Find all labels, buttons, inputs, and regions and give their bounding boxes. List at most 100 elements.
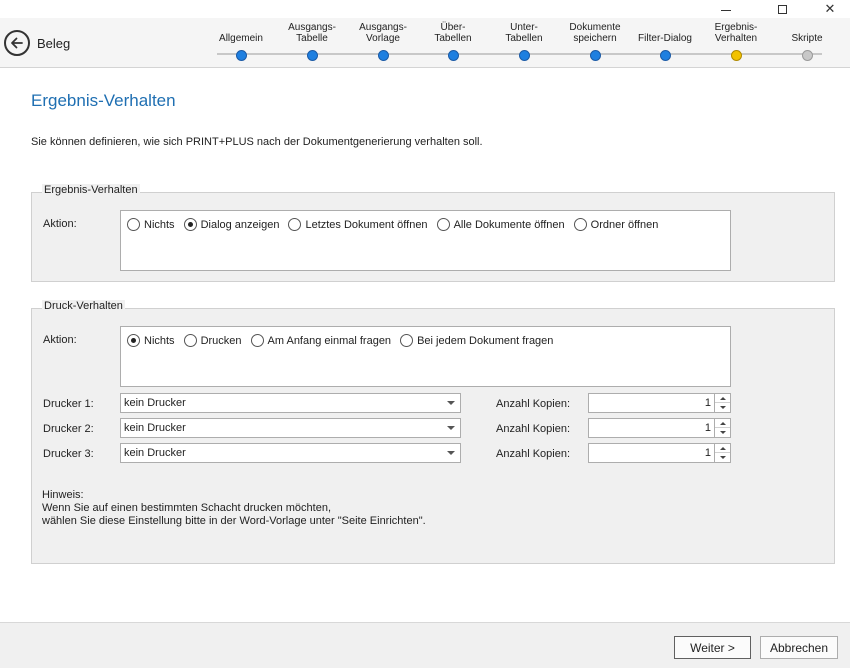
print-action-radio-group: Nichts Drucken Am Anfang einmal fragen Bei … [120,326,731,387]
intro-text: Sie können definieren, wie sich PRINT+PL… [31,136,483,148]
wizard-step[interactable]: Dokumente speichern [560,20,630,61]
wizard-step-label: Unter- Tabellen [505,22,543,44]
chevron-down-icon[interactable] [447,451,455,455]
copies-value: 1 [704,422,711,434]
radio-unchecked-icon[interactable] [573,218,587,231]
radio-option-label: Bei jedem Dokument fragen [417,334,554,347]
printer-select-value: kein Drucker [124,447,186,459]
radio-option-label: Nichts [144,334,175,347]
wizard-step-label: Über- Tabellen [434,22,472,44]
close-button[interactable]: ✕ [810,0,850,18]
wizard-step[interactable]: Ergebnis- Verhalten [701,20,771,61]
increment-button[interactable] [715,444,730,453]
wizard-step[interactable]: Unter- Tabellen [489,20,559,61]
radio-option[interactable]: Drucken [183,334,242,347]
radio-option-label: Alle Dokumente öffnen [453,218,565,231]
printer-select[interactable]: kein Drucker [120,393,461,413]
radio-option-label: Nichts [144,218,175,231]
wizard-step-dot-icon [519,50,530,61]
radio-option-label: Drucken [200,334,242,347]
page-title: Ergebnis-Verhalten [31,91,176,110]
increment-button[interactable] [715,419,730,428]
wizard-step-dot-icon [307,50,318,61]
wizard-step-label: Filter-Dialog [638,33,692,44]
wizard-step-label: Skripte [791,33,823,44]
decrement-button[interactable] [715,453,730,462]
wizard-step-label: Ausgangs- Vorlage [359,22,407,44]
radio-option-label: Ordner öffnen [590,218,659,231]
radio-option[interactable]: Ordner öffnen [573,218,659,231]
back-arrow-icon [11,37,23,49]
wizard-step-label: Ausgangs- Tabelle [288,22,336,44]
radio-unchecked-icon[interactable] [436,218,450,231]
window-titlebar: ✕ [0,0,850,18]
result-behavior-group: Ergebnis-Verhalten Aktion: Nichts Dialog … [31,184,835,282]
hint-line-2: wählen Sie diese Einstellung bitte in de… [42,515,426,527]
radio-unchecked-icon[interactable] [127,218,140,231]
back-button[interactable] [4,30,30,56]
radio-unchecked-icon[interactable] [288,218,302,231]
copies-label: Anzahl Kopien: [496,423,570,435]
arrow-down-icon [719,406,726,409]
copies-label: Anzahl Kopien: [496,398,570,410]
result-action-label: Aktion: [43,218,77,230]
maximize-button[interactable] [762,0,802,18]
radio-unchecked-icon[interactable] [400,334,414,347]
radio-checked-icon[interactable] [183,218,197,231]
stepper-buttons [714,419,730,437]
printer-select-value: kein Drucker [124,397,186,409]
arrow-down-icon [719,456,726,459]
minimize-icon [721,9,731,11]
wizard-step[interactable]: Filter-Dialog [630,20,700,61]
radio-option[interactable]: Alle Dokumente öffnen [436,218,565,231]
radio-option[interactable]: Letztes Dokument öffnen [288,218,428,231]
footer-bar: Weiter > Abbrechen [0,622,850,668]
wizard-step[interactable]: Ausgangs- Vorlage [348,20,418,61]
wizard-step-label: Dokumente speichern [569,22,621,44]
wizard-step[interactable]: Über- Tabellen [418,20,488,61]
printer-select[interactable]: kein Drucker [120,443,461,463]
copies-value: 1 [704,397,711,409]
decrement-button[interactable] [715,403,730,412]
increment-button[interactable] [715,394,730,403]
wizard-step-dot-icon [731,50,742,61]
copies-value: 1 [704,447,711,459]
decrement-button[interactable] [715,428,730,437]
printer-label: Drucker 2: [43,423,94,435]
chevron-down-icon[interactable] [447,426,455,430]
printer-select-value: kein Drucker [124,422,186,434]
printer-label: Drucker 3: [43,448,94,460]
wizard-step-label: Ergebnis- Verhalten [714,22,758,44]
wizard-step[interactable]: Skripte [772,20,842,61]
copies-stepper[interactable]: 1 [588,443,731,463]
wizard-step[interactable]: Allgemein [206,20,276,61]
radio-option[interactable]: Am Anfang einmal fragen [250,334,391,347]
chevron-down-icon[interactable] [447,401,455,405]
radio-unchecked-icon[interactable] [183,334,197,347]
minimize-button[interactable] [706,0,746,18]
arrow-down-icon [719,431,726,434]
radio-option[interactable]: Dialog anzeigen [183,218,279,231]
printer-select[interactable]: kein Drucker [120,418,461,438]
arrow-up-icon [719,396,726,400]
arrow-up-icon [719,446,726,450]
wizard-step[interactable]: Ausgangs- Tabelle [277,20,347,61]
radio-option[interactable]: Nichts [127,334,175,347]
maximize-icon [777,4,787,14]
copies-stepper[interactable]: 1 [588,393,731,413]
hint-line-1: Wenn Sie auf einen bestimmten Schacht dr… [42,502,332,514]
radio-option[interactable]: Nichts [127,218,175,231]
wizard-step-dot-icon [590,50,601,61]
cancel-button[interactable]: Abbrechen [760,636,838,659]
radio-unchecked-icon[interactable] [250,334,264,347]
radio-option[interactable]: Bei jedem Dokument fragen [400,334,553,347]
radio-checked-icon[interactable] [127,334,140,347]
result-action-radio-group: Nichts Dialog anzeigen Letztes Dokument öf… [120,210,731,271]
print-action-label: Aktion: [43,334,77,346]
print-behavior-group-title: Druck-Verhalten [42,300,125,312]
next-button[interactable]: Weiter > [674,636,751,659]
stepper-buttons [714,394,730,412]
result-behavior-group-title: Ergebnis-Verhalten [42,184,140,196]
copies-stepper[interactable]: 1 [588,418,731,438]
wizard-step-dot-icon [660,50,671,61]
